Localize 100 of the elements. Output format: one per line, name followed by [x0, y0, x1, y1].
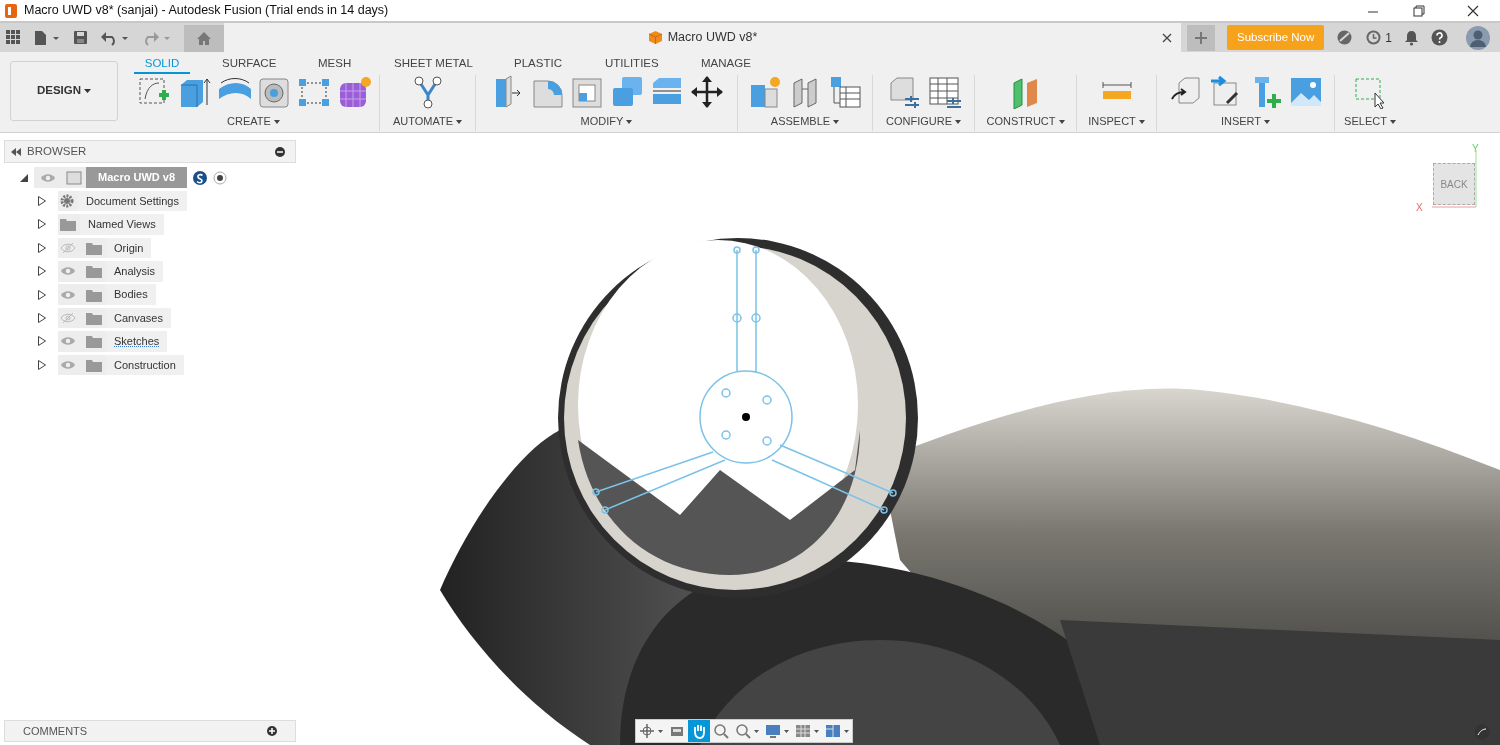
caret-icon — [456, 119, 463, 124]
orbit-icon — [639, 723, 655, 739]
eye-icon[interactable] — [60, 358, 76, 371]
tool-group-menu[interactable]: CONFIGURE — [886, 115, 961, 128]
expand-icon[interactable] — [38, 313, 46, 324]
eye-icon[interactable] — [60, 265, 76, 278]
document-icon — [66, 170, 82, 185]
caret-icon — [1264, 119, 1271, 124]
close-icon[interactable] — [1160, 31, 1173, 44]
bom-table-icon[interactable] — [828, 75, 862, 109]
hand-icon — [691, 723, 707, 739]
close-icon[interactable] — [1466, 3, 1480, 18]
tool-group-menu[interactable]: CREATE — [227, 115, 280, 128]
move-icon[interactable] — [689, 75, 724, 109]
browser-title: BROWSER — [27, 143, 87, 159]
file-icon[interactable] — [33, 29, 61, 46]
caret-icon — [844, 729, 849, 733]
workspace-button[interactable]: DESIGN — [10, 61, 118, 121]
collapse-icon[interactable] — [11, 147, 21, 156]
eye-icon[interactable] — [60, 335, 76, 348]
folder-icon — [60, 217, 76, 232]
expand-icon[interactable] — [38, 219, 46, 230]
tool-group-menu[interactable]: AUTOMATE — [392, 115, 463, 128]
folder-icon — [86, 287, 102, 302]
tool-group-menu[interactable]: INSPECT — [1088, 115, 1145, 128]
image-icon[interactable] — [1288, 75, 1323, 109]
caret-icon — [626, 119, 633, 124]
new-component-icon[interactable] — [748, 75, 782, 109]
caret-icon — [273, 119, 280, 124]
folder-icon — [86, 334, 102, 349]
caret-icon — [1389, 119, 1396, 124]
caret-icon — [784, 729, 789, 733]
expand-icon[interactable] — [38, 289, 46, 300]
grid-icon — [795, 723, 811, 739]
ribbon-tab[interactable]: MESH — [318, 56, 352, 72]
caret-icon — [658, 729, 663, 733]
job-count: 1 — [1385, 29, 1392, 47]
caret-icon — [955, 119, 961, 124]
ribbon-tab[interactable]: SURFACE — [222, 56, 277, 72]
ribbon-tab[interactable]: UTILITIES — [605, 56, 659, 72]
ribbon-tab[interactable]: SHEET METAL — [394, 56, 473, 72]
app-grid-icon[interactable] — [6, 30, 21, 45]
hole-icon[interactable] — [256, 75, 291, 109]
avatar-icon[interactable] — [1466, 25, 1490, 50]
offline-icon[interactable] — [1336, 29, 1354, 46]
viewports-icon — [825, 723, 841, 739]
tool-group-menu[interactable]: INSERT — [1220, 115, 1271, 128]
comments-title: COMMENTS — [23, 723, 88, 739]
shared-badge-icon — [193, 170, 208, 185]
ribbon-tab[interactable]: MANAGE — [701, 56, 751, 72]
radio-icon[interactable] — [213, 170, 228, 185]
expanded-icon[interactable] — [20, 173, 28, 182]
folder-icon — [86, 240, 102, 255]
configure-table-icon[interactable] — [926, 75, 961, 109]
select-box-icon[interactable] — [1353, 75, 1387, 109]
window-title: Macro UWD v8* (sanjai) - Autodesk Fusion (Trial ends in 14 days) — [24, 2, 389, 20]
caret-icon — [754, 729, 759, 733]
caret-icon — [1138, 119, 1145, 124]
expand-icon[interactable] — [38, 242, 46, 253]
expand-icon[interactable] — [38, 359, 46, 370]
document-tab[interactable]: Macro UWD v8* — [224, 23, 1181, 52]
tool-group-menu[interactable]: ASSEMBLE — [770, 115, 840, 128]
caret-icon — [84, 89, 92, 93]
tool-group-menu[interactable]: SELECT — [1344, 115, 1396, 128]
eye-icon[interactable] — [40, 171, 56, 184]
add-icon[interactable] — [267, 726, 277, 736]
axis-label: X — [1416, 201, 1423, 215]
tool-group-menu[interactable]: CONSTRUCT — [986, 115, 1065, 128]
restore-icon[interactable] — [1412, 3, 1426, 18]
folder-icon — [86, 311, 102, 326]
bell-icon[interactable] — [1404, 29, 1419, 46]
job-status-button[interactable]: 1 — [1365, 28, 1392, 47]
navigation-tool-button[interactable] — [688, 720, 710, 742]
expand-icon[interactable] — [38, 196, 46, 207]
new-tab-button[interactable] — [1186, 24, 1215, 51]
caret-icon — [814, 729, 819, 733]
monitor-icon — [765, 723, 781, 739]
clock-icon — [1365, 29, 1383, 46]
shell-icon[interactable] — [569, 75, 604, 109]
gear-icon — [60, 194, 74, 209]
expand-icon[interactable] — [38, 266, 46, 277]
expand-icon[interactable] — [38, 336, 46, 347]
caret-icon — [1058, 119, 1065, 124]
plus-icon — [1193, 30, 1208, 45]
home-button[interactable] — [184, 25, 224, 52]
tool-group-menu[interactable]: MODIFY — [580, 115, 633, 128]
save-icon[interactable] — [73, 30, 88, 45]
zoom-window-icon — [735, 723, 751, 739]
cube-icon — [647, 30, 663, 45]
eye-icon[interactable] — [60, 288, 76, 301]
folder-icon — [86, 264, 102, 279]
ribbon-tab[interactable]: PLASTIC — [514, 56, 562, 72]
document-title: Macro UWD v8* — [667, 29, 758, 47]
zoom-icon — [713, 723, 729, 739]
axis-label: Y — [1472, 142, 1479, 156]
caret-icon — [833, 119, 840, 124]
minimize-icon[interactable] — [275, 146, 285, 157]
folder-icon — [86, 357, 102, 372]
help-icon[interactable] — [1431, 29, 1448, 46]
screencast-icon[interactable] — [1474, 724, 1490, 740]
